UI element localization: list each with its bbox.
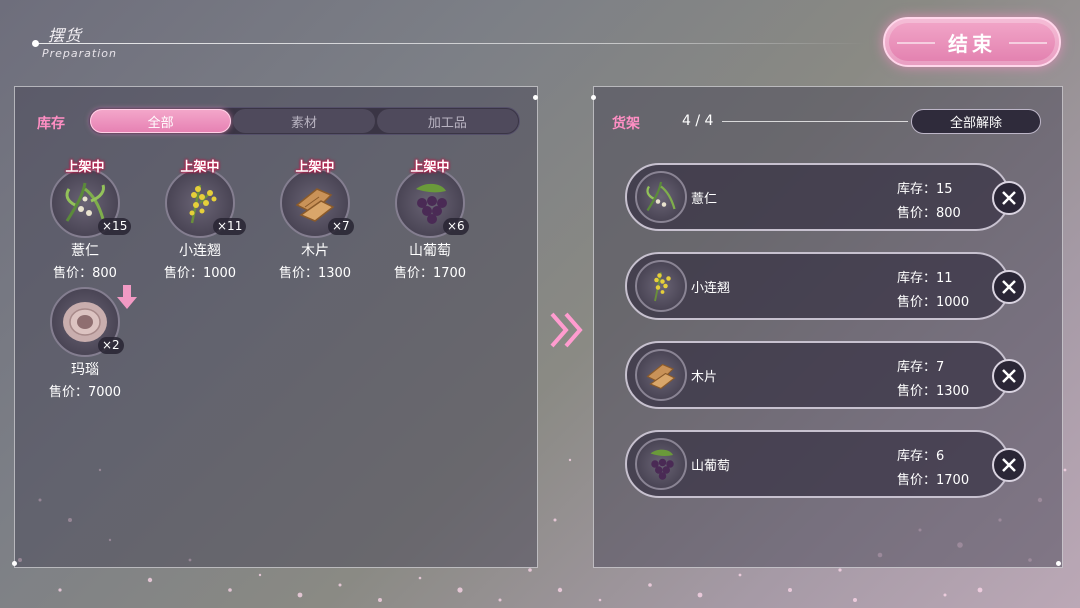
wood-chip-icon [646, 363, 676, 390]
page-subtitle: Preparation [42, 47, 117, 60]
panel-corner-dot [1056, 561, 1061, 566]
shelf-item-name: 薏仁 [691, 192, 718, 207]
shelf-item-stock: 库存：11 [897, 271, 953, 286]
remove-button[interactable] [992, 181, 1026, 215]
shelf-item-price: 售价：800 [897, 206, 961, 221]
end-button-label: 结束 [948, 31, 996, 56]
end-button-right-decoration [1009, 42, 1047, 44]
forsythia-icon [654, 272, 671, 302]
shelf-divider [722, 121, 908, 122]
shelf-item-wood-chip[interactable]: 木片 库存：7 售价：1300 [625, 341, 1026, 409]
remove-button[interactable] [992, 270, 1026, 304]
listed-status-label: 上架中 [180, 160, 220, 175]
item-name: 薏仁 [71, 243, 99, 259]
inventory-tabs: 全部 素材 加工品 [88, 107, 520, 135]
shelf-item-thumbnail [635, 171, 687, 223]
end-button[interactable]: 结束 [883, 17, 1061, 67]
inventory-item-wild-grape[interactable]: 上架中 ×6 山葡萄 售价：1700 [375, 156, 485, 286]
item-count-badge: ×15 [98, 218, 132, 235]
close-icon [1002, 369, 1016, 383]
item-price: 售价：1000 [163, 266, 237, 281]
close-icon [1002, 191, 1016, 205]
coix-seed-icon [646, 181, 676, 212]
shelf-item-thumbnail [635, 438, 687, 490]
listed-status-label: 上架中 [295, 160, 335, 175]
shelf-capacity: 4 / 4 [682, 113, 714, 129]
item-name: 玛瑙 [71, 362, 99, 378]
shelf-item-stock: 库存：15 [897, 182, 953, 197]
shelf-item-price: 售价：1700 [897, 473, 970, 488]
shelf-item-name: 木片 [691, 370, 718, 385]
item-price: 售价：800 [53, 266, 117, 281]
shelf-item-thumbnail [635, 260, 687, 312]
tab-materials[interactable]: 素材 [233, 109, 375, 133]
panel-corner-dot [12, 561, 17, 566]
inventory-item-agate[interactable]: ×2 玛瑙 售价：7000 [30, 283, 140, 413]
page-title: 摆货 [48, 26, 83, 45]
shelf-item-price: 售价：1300 [897, 384, 970, 399]
listed-status-label: 上架中 [65, 160, 105, 175]
double-chevron-right-icon [550, 312, 583, 348]
inventory-item-forsythia[interactable]: 上架中 ×11 小连翘 售价：1000 [145, 156, 255, 286]
item-name: 小连翘 [179, 243, 221, 259]
close-icon [1002, 280, 1016, 294]
panel-corner-dot [533, 95, 538, 100]
remove-button[interactable] [992, 448, 1026, 482]
header-divider [36, 43, 866, 44]
remove-button[interactable] [992, 359, 1026, 393]
arrow-down-icon [117, 285, 137, 309]
shelf-item-thumbnail [635, 349, 687, 401]
listed-status-label: 上架中 [410, 160, 450, 175]
item-name: 木片 [301, 243, 329, 259]
shelf-item-price: 售价：1000 [897, 295, 970, 310]
end-button-left-decoration [897, 42, 935, 44]
tab-processed[interactable]: 加工品 [376, 109, 518, 133]
item-count-badge: ×7 [328, 218, 354, 235]
shelf-item-stock: 库存：7 [897, 360, 945, 375]
item-price: 售价：1700 [393, 266, 467, 281]
wild-grape-icon [650, 449, 674, 480]
shelf-item-coix[interactable]: 薏仁 库存：15 售价：800 [625, 163, 1026, 231]
shelf-label: 货架 [612, 116, 640, 132]
item-count-badge: ×6 [443, 218, 469, 235]
tab-all[interactable]: 全部 [90, 109, 232, 133]
close-icon [1002, 458, 1016, 472]
item-count-badge: ×2 [98, 337, 124, 354]
page-header: 摆货 Preparation [30, 18, 870, 66]
inventory-item-coix[interactable]: 上架中 ×15 薏仁 售价：800 [30, 156, 140, 286]
shelf-item-forsythia[interactable]: 小连翘 库存：11 售价：1000 [625, 252, 1026, 320]
shelf-item-wild-grape[interactable]: 山葡萄 库存：6 售价：1700 [625, 430, 1026, 498]
shelf-item-name: 小连翘 [691, 281, 731, 296]
release-all-button[interactable]: 全部解除 [911, 109, 1041, 134]
item-price: 售价：1300 [278, 266, 352, 281]
shelf-item-name: 山葡萄 [691, 459, 731, 474]
item-name: 山葡萄 [409, 243, 451, 259]
shelf-item-stock: 库存：6 [897, 449, 945, 464]
inventory-item-wood-chip[interactable]: 上架中 ×7 木片 售价：1300 [260, 156, 370, 286]
inventory-label: 库存 [37, 116, 65, 132]
item-price: 售价：7000 [48, 385, 122, 400]
item-count-badge: ×11 [213, 218, 247, 235]
panel-corner-dot [591, 95, 596, 100]
